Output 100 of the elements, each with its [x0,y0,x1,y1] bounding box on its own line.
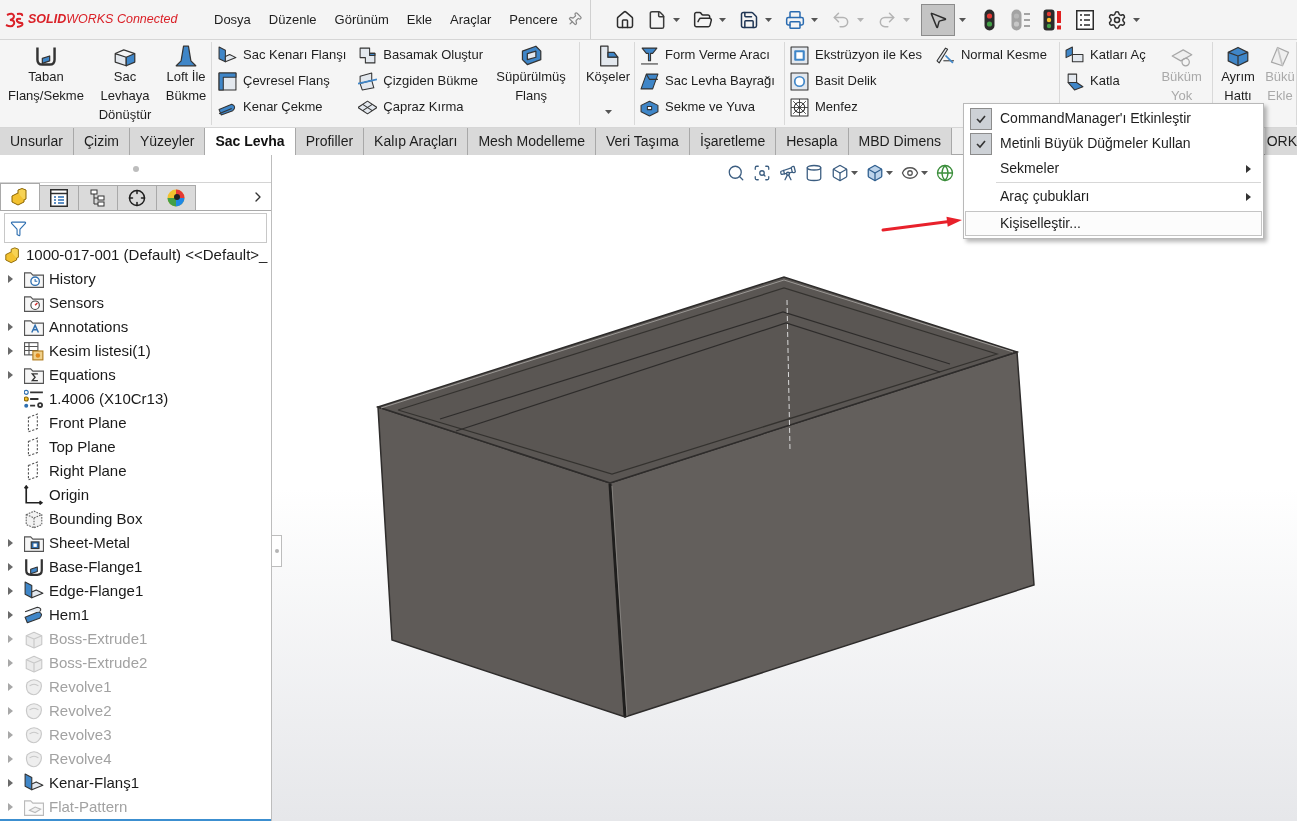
ribbon-button[interactable]: Sekme ve Yuva [640,94,775,120]
tab[interactable]: Sac Levha [205,128,296,155]
bent-plate-icon [218,45,237,65]
tree-item-label[interactable]: Sensors [49,291,105,315]
corner-plate-icon [597,45,619,67]
expand-arrow-icon[interactable] [8,587,13,595]
caret-icon[interactable] [764,17,772,22]
tree-item-label[interactable]: Kenar-Flanş1 [49,771,140,795]
tree-item-label[interactable]: Kesim listesi(1) [49,339,151,363]
ribbon-button[interactable]: Çevresel Flanş [218,68,347,94]
menu-item[interactable]: Sekmeler [965,156,1262,181]
expand-arrow-icon[interactable] [8,611,13,619]
caret-icon[interactable] [958,17,966,22]
tab[interactable]: Yüzeyler [129,128,206,155]
menu-item[interactable]: CommandManager'ı Etkinleştir [965,106,1262,131]
tab[interactable]: Hesapla [776,128,849,155]
telescope-icon[interactable] [779,164,797,182]
menu-item[interactable]: Pencere [500,9,567,30]
ribbon-button[interactable]: Katları Aç [1065,42,1146,68]
expand-arrow-icon[interactable] [8,779,13,787]
tree-item-label[interactable]: 1.4006 (X10Cr13) [49,387,169,411]
tree-item-label[interactable]: Origin [49,483,89,507]
tab[interactable]: Kalıp Araçları [364,128,469,155]
tree-item-label[interactable]: Bounding Box [49,507,143,531]
cylinder-icon[interactable] [805,164,823,182]
tab[interactable]: Veri Taşıma [596,128,690,155]
tree-item-label[interactable]: Front Plane [49,411,127,435]
ribbon-button[interactable]: Sac Levhaya Dönüştür [94,42,156,124]
ribbon-button[interactable]: Form Verme Aracı [640,42,775,68]
ribbon-button[interactable]: Basamak Oluştur [358,42,484,68]
caret-icon[interactable] [604,110,612,114]
tab[interactable]: ORK [1264,128,1297,155]
tab[interactable]: MBD Dimens [848,128,953,155]
bent-plate-icon [24,773,44,793]
magnifier-icon[interactable] [727,164,745,182]
ribbon-button[interactable]: Katla [1065,68,1146,94]
tree-item-label[interactable]: Top Plane [49,435,116,459]
panel-tab[interactable] [117,185,157,210]
tab[interactable]: Profiller [295,128,365,155]
ribbon-button[interactable]: Taban Flanş/Sekme [4,42,88,105]
ribbon-button[interactable]: Çapraz Kırma [358,94,484,120]
expand-arrow-icon[interactable] [8,347,13,355]
expand-arrow-icon[interactable] [8,275,13,283]
tab[interactable]: Mesh Modelleme [468,128,596,155]
expand-arrow-icon[interactable] [8,563,13,571]
ribbon-button[interactable]: Ekstrüzyon ile Kes [790,42,922,68]
toolbar-button[interactable] [921,3,955,36]
globe-icon[interactable] [936,164,954,182]
panel-tab[interactable] [39,185,79,210]
menu-item[interactable]: Ekle [397,9,442,30]
panel-tab[interactable] [156,185,196,210]
cube-icon[interactable] [831,164,849,182]
magnifier-frame-icon[interactable] [753,164,771,182]
menu-item[interactable]: Dosya [205,9,260,30]
menu-item[interactable]: Metinli Büyük Düğmeler Kullan [965,131,1262,156]
menu-item[interactable]: Düzenle [259,9,326,30]
caret-icon[interactable] [851,171,858,175]
ribbon-button[interactable]: Sac Levha Bayrağı [640,68,775,94]
caret-icon[interactable] [672,17,680,22]
tree-item-label[interactable]: Base-Flange1 [49,555,143,579]
filter-field[interactable] [4,213,267,243]
traffic-light-alert-icon [1043,8,1063,31]
expand-arrow-icon[interactable] [8,323,13,331]
ribbon-button[interactable]: Süpürülmüş Flanş [495,42,568,105]
crosshair-icon [128,189,146,207]
bent-line-plate-icon [358,71,378,91]
expand-arrow-icon[interactable] [8,539,13,547]
tree-item-label[interactable]: Equations [49,363,116,387]
caret-icon[interactable] [1132,17,1140,22]
caret-icon[interactable] [718,17,726,22]
ribbon-button[interactable]: Kenar Çekme [218,94,347,120]
tree-item-label[interactable]: Right Plane [49,459,127,483]
menu-item[interactable]: Araç çubukları [965,184,1262,209]
ribbon-button[interactable]: Basit Delik [790,68,922,94]
tree-item-label[interactable]: Hem1 [49,603,89,627]
tree-root-label[interactable]: 1000-017-001 (Default) <<Default>_ [26,243,268,267]
eye-icon[interactable] [901,164,919,182]
ribbon-button[interactable]: Sac Kenarı Flanşı [218,42,347,68]
expand-arrow-icon[interactable] [8,371,13,379]
panel-collapse-handle[interactable] [272,535,282,567]
shaded-cube-icon[interactable] [866,164,884,182]
ribbon-button[interactable]: Menfez [790,94,922,120]
tree-item-label[interactable]: Sheet-Metal [49,531,130,555]
caret-icon[interactable] [921,171,928,175]
tab[interactable]: Çizim [73,128,130,155]
ribbon-button[interactable]: Loft İle Bükme [162,42,210,105]
menu-item[interactable]: Araçlar [441,9,501,30]
tab[interactable]: İşaretleme [689,128,777,155]
ribbon-button[interactable]: Normal Kesme [935,42,1047,68]
tree-item-label[interactable]: Annotations [49,315,129,339]
tree-item-label[interactable]: Edge-Flange1 [49,579,144,603]
ribbon-button[interactable]: Köşeler [585,42,631,114]
tab[interactable]: Unsurlar [0,128,74,155]
menu-item[interactable]: Görünüm [325,9,398,30]
tree-item-label[interactable]: History [49,267,96,291]
caret-icon[interactable] [810,17,818,22]
tree-diagram-icon [90,189,106,207]
menu-item[interactable]: Kişiselleştir... [965,211,1262,236]
ribbon-button[interactable]: Çizgiden Bükme [358,68,484,94]
caret-icon[interactable] [886,171,893,175]
